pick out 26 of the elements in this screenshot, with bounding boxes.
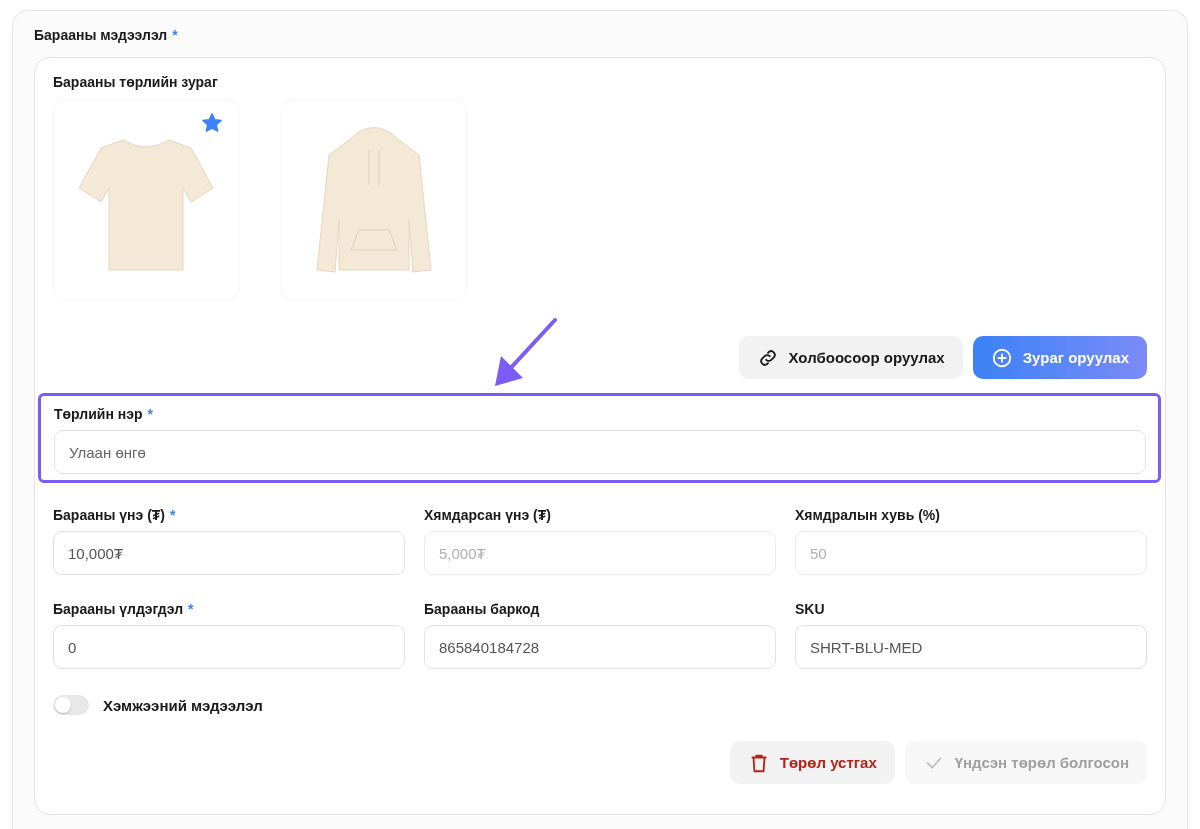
delete-button[interactable]: Төрөл устгах <box>729 741 895 784</box>
input-field[interactable]: 10,000₮ <box>53 531 405 575</box>
input-field[interactable]: 0 <box>53 625 405 669</box>
required-mark: * <box>147 406 153 422</box>
star-icon[interactable] <box>201 112 223 134</box>
field-label: SKU <box>795 601 825 617</box>
field-label: Барааны үлдэгдэл <box>53 601 184 617</box>
image-tile[interactable] <box>281 100 467 300</box>
field-label: Хямдарсан үнэ (₮) <box>424 507 551 523</box>
images-title: Барааны төрлийн зураг <box>53 74 218 90</box>
required-mark: * <box>170 507 176 523</box>
input-field[interactable]: Улаан өнгө <box>54 430 1146 474</box>
section-title: Барааны мэдээлэл <box>34 27 168 43</box>
input-field[interactable]: SHRT-BLU-MED <box>795 625 1147 669</box>
plus-circle-icon <box>990 346 1013 369</box>
field-label: Төрлийн нэр <box>54 406 143 422</box>
toggle-label: Хэмжээний мэдээлэл <box>103 696 263 714</box>
link-upload-button[interactable]: Холбоосоор оруулах <box>738 336 963 379</box>
field-label: Барааны баркод <box>424 601 540 617</box>
field-label: Хямдралын хувь (%) <box>795 507 940 523</box>
toggle-switch[interactable] <box>53 695 89 715</box>
field-label: Барааны үнэ (₮) <box>53 507 165 523</box>
input-field[interactable]: 865840184728 <box>424 625 776 669</box>
image-tile[interactable] <box>53 100 239 300</box>
required-mark: * <box>172 27 178 43</box>
required-mark: * <box>188 601 194 617</box>
